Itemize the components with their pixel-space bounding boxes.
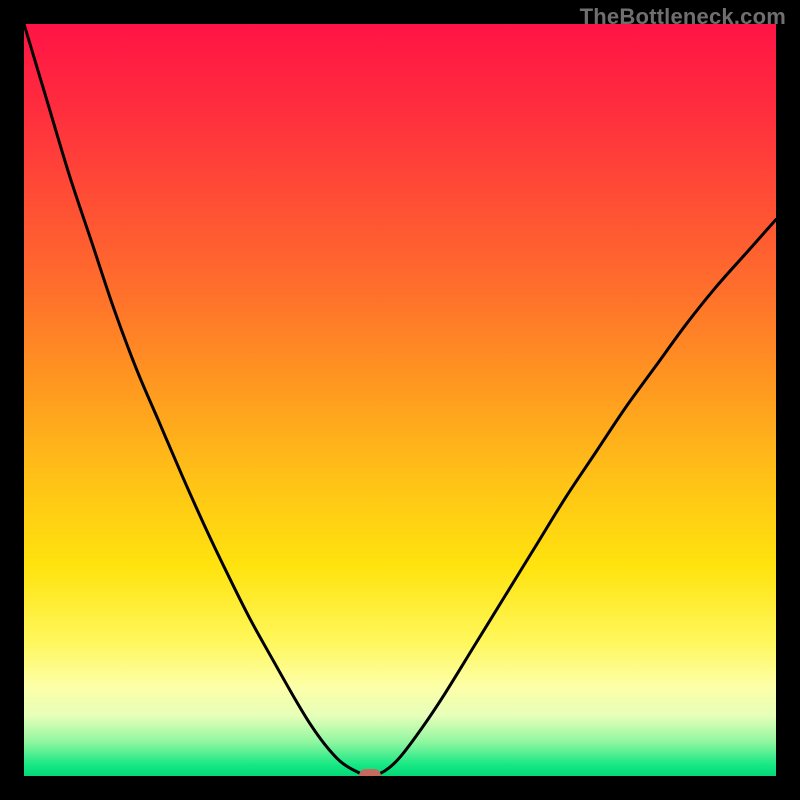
optimum-marker: [359, 769, 381, 776]
bottleneck-curve: [24, 24, 776, 776]
watermark-text: TheBottleneck.com: [580, 4, 786, 30]
plot-area: [24, 24, 776, 776]
chart-frame: TheBottleneck.com: [0, 0, 800, 800]
